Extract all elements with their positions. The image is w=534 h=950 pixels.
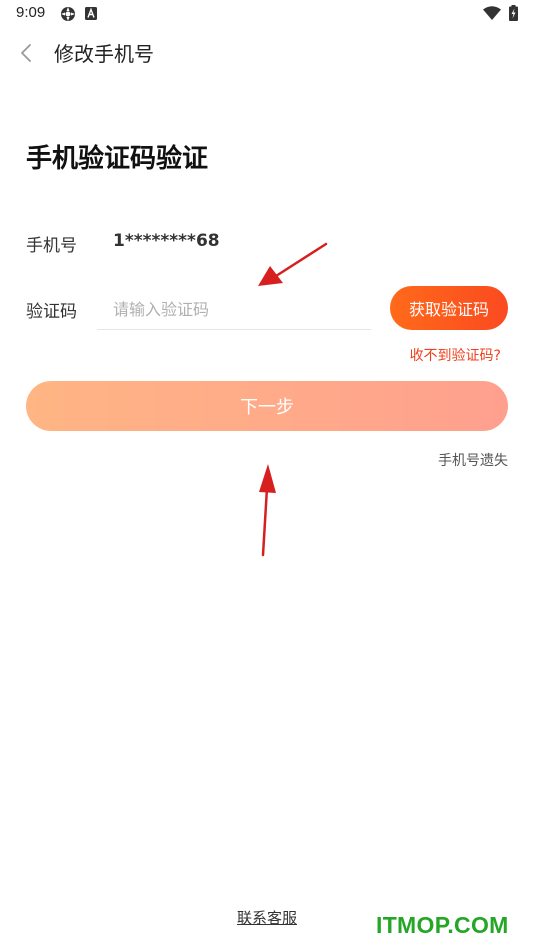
get-code-button[interactable]: 获取验证码 [390,286,508,330]
battery-icon [509,5,518,21]
watermark: ITMOP.COM [376,912,509,938]
annotation-arrow-next [259,464,276,557]
a-status-icon [85,7,97,20]
next-button[interactable]: 下一步 [26,381,508,431]
annotation-arrow-input [258,242,328,286]
code-label: 验证码 [26,302,77,322]
phone-label: 手机号 [26,236,77,256]
verification-code-input[interactable] [97,290,371,330]
phone-value: 1********68 [113,231,220,251]
chevron-left-icon[interactable] [14,40,40,66]
nav-bar: 修改手机号 [0,30,534,76]
status-time: 9:09 [16,4,46,21]
page-title: 修改手机号 [54,42,154,66]
phone-lost-link[interactable]: 手机号遗失 [438,450,508,470]
no-code-link[interactable]: 收不到验证码? [410,345,501,365]
status-bar: 9:09 [0,0,534,28]
wifi-icon [483,6,501,20]
settings-status-icon [61,7,75,21]
page-heading: 手机验证码验证 [26,144,209,174]
contact-service-link[interactable]: 联系客服 [237,909,297,927]
